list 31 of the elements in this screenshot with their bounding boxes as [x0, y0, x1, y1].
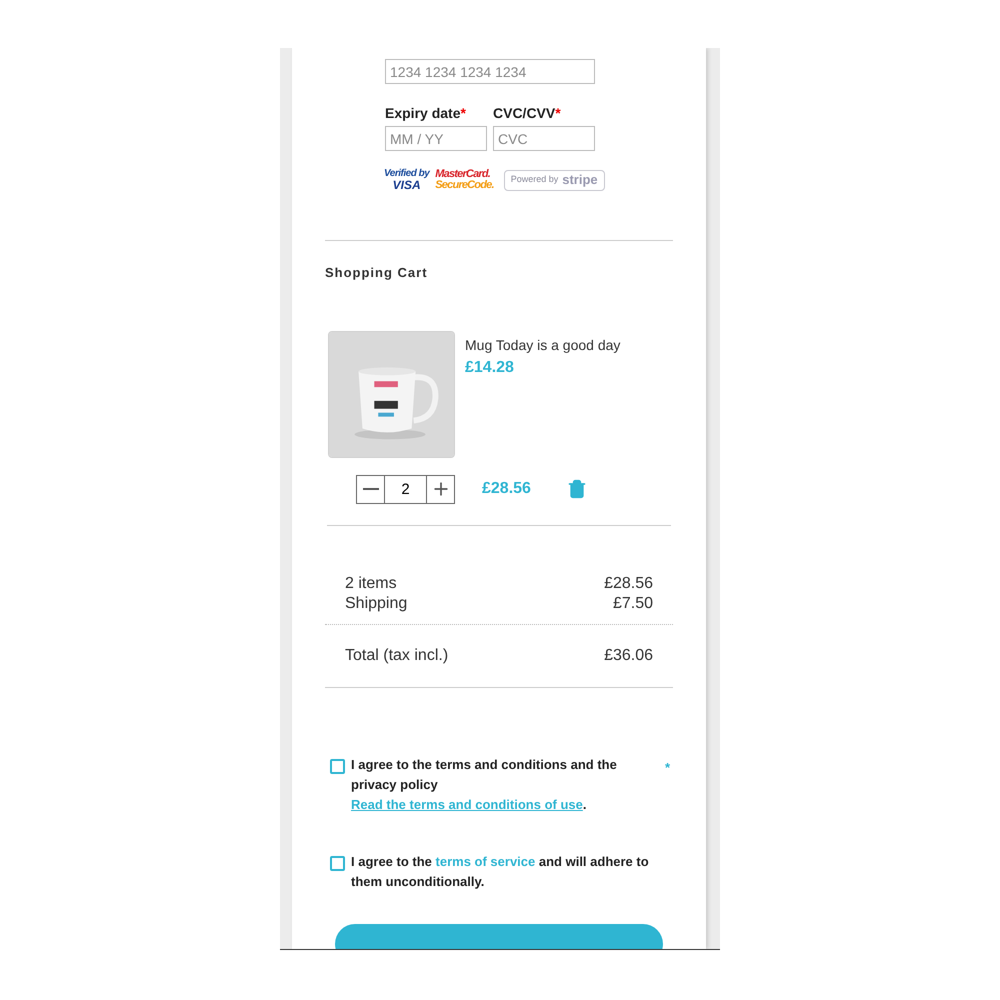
agreement-text: I agree to the terms of service and will adhere to them unconditionally.	[351, 852, 650, 891]
total-label: Total (tax incl.)	[345, 646, 448, 666]
agreement-text: I agree to the terms and conditions and the privacy policy Read the terms and conditions of use.	[351, 756, 618, 814]
expiry-date-field[interactable]: MM / YY	[385, 126, 487, 151]
terms-link[interactable]: terms of service	[436, 854, 536, 868]
summary-value: £7.50	[612, 594, 653, 614]
decrease-button[interactable]	[356, 474, 385, 504]
field-label: Expiry date*	[385, 104, 467, 122]
summary-label: Shipping	[345, 594, 408, 614]
summary-value: £28.56	[604, 574, 653, 594]
total-value: £36.06	[604, 646, 653, 666]
section-title: Shopping Cart	[325, 264, 429, 282]
card-number-field[interactable]: 1234 1234 1234 1234	[385, 59, 595, 84]
minus-icon	[362, 488, 378, 490]
terms-link[interactable]: Read the terms and conditions of use	[351, 796, 583, 812]
verified-by-visa-logo: Verified by VISA	[384, 169, 430, 191]
mastercard-securecode-logo: MasterCard. SecureCode.	[435, 169, 494, 191]
checkbox[interactable]	[330, 758, 345, 774]
line-total: £28.56	[482, 479, 531, 499]
checkbox[interactable]	[330, 856, 345, 870]
trash-icon	[566, 479, 587, 499]
increase-button[interactable]	[426, 474, 455, 504]
product-name: Mug Today is a good day	[465, 336, 620, 355]
summary-label: 2 items	[345, 574, 397, 594]
powered-by-stripe-badge: Powered by stripe	[504, 170, 605, 190]
field-label: CVC/CVV*	[493, 104, 562, 122]
quantity-field[interactable]: 2	[385, 474, 426, 504]
cvc-field[interactable]: CVC	[493, 126, 595, 151]
delete-button[interactable]	[566, 479, 587, 499]
required-mark: *	[665, 758, 670, 776]
product-price: £14.28	[465, 358, 515, 378]
